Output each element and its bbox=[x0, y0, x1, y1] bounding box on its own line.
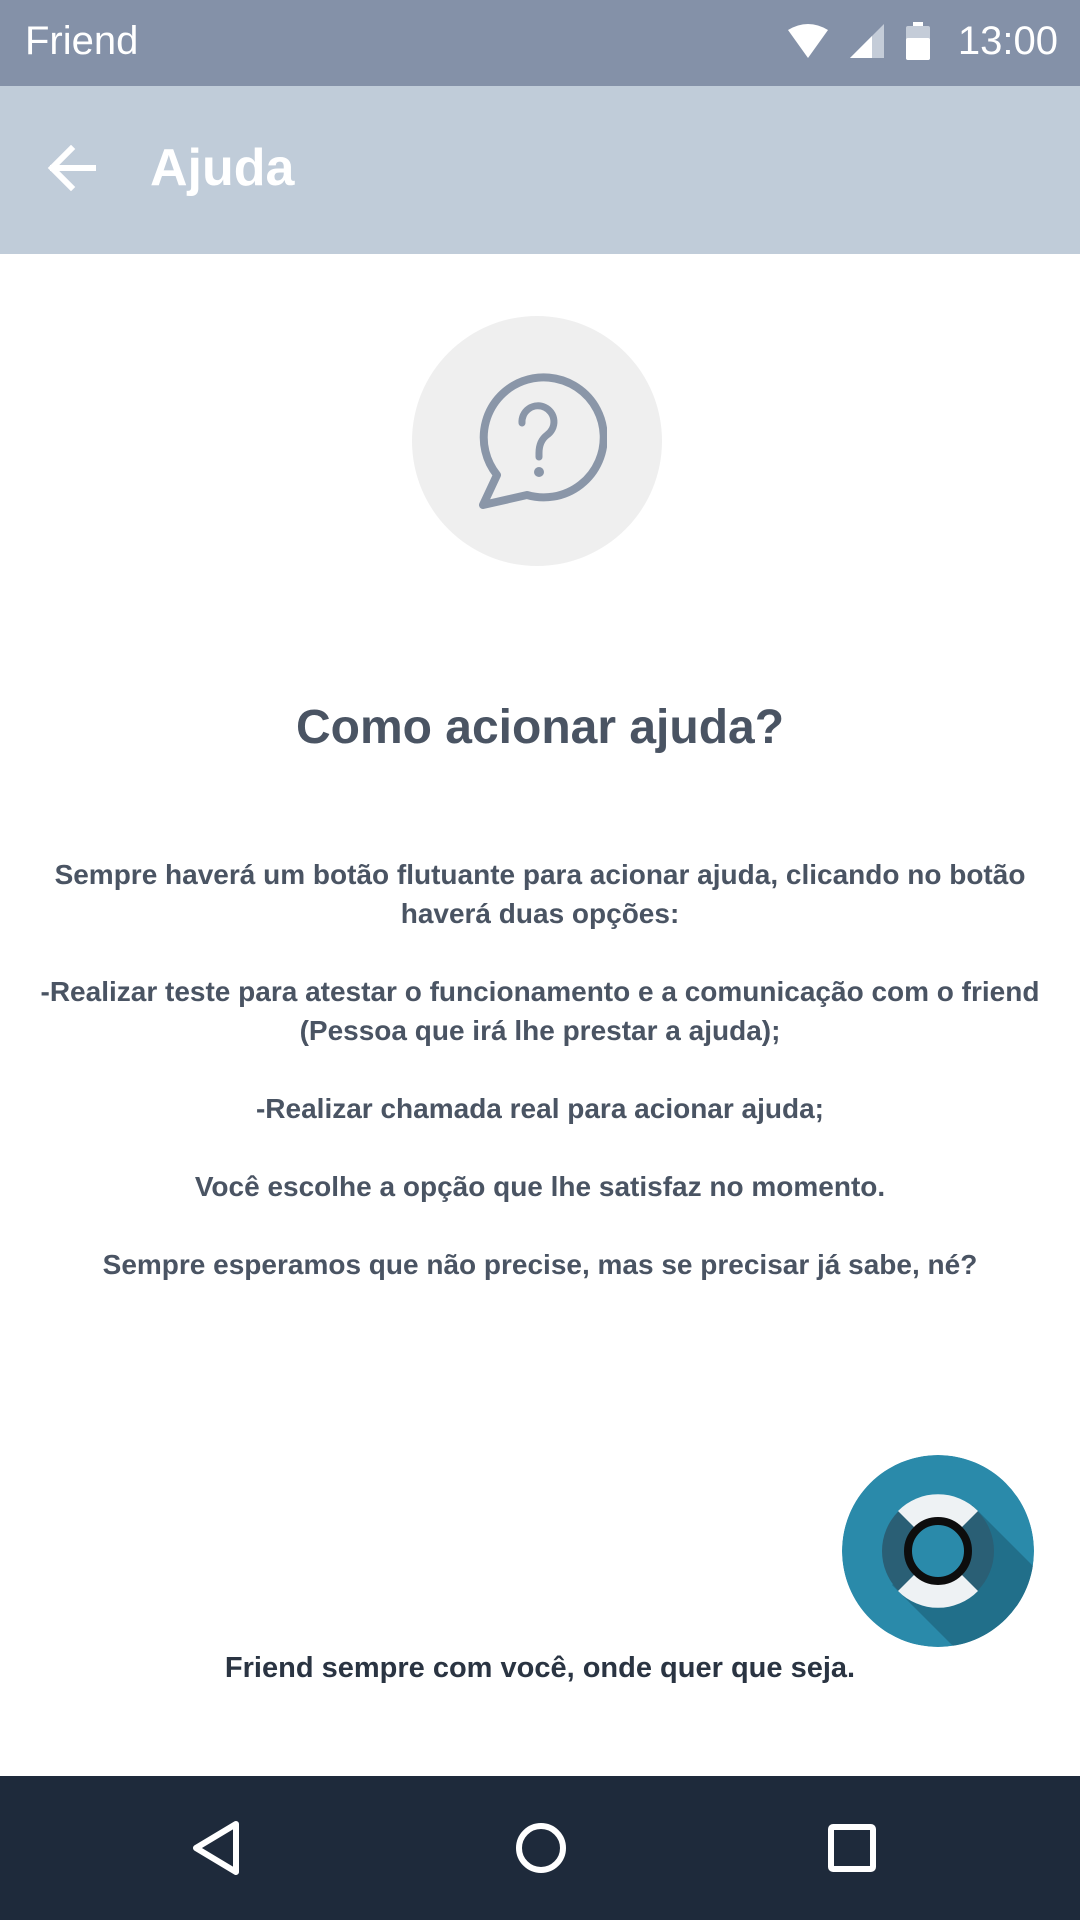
app-bar: Ajuda bbox=[0, 86, 1080, 254]
back-button[interactable] bbox=[40, 136, 104, 200]
navigation-bar bbox=[0, 1776, 1080, 1920]
section-heading: Como acionar ajuda? bbox=[295, 701, 785, 754]
arrow-left-icon bbox=[47, 145, 96, 191]
recents-square-icon bbox=[828, 1824, 876, 1872]
paragraph-closing: Sempre esperamos que não precise, mas se… bbox=[102, 1249, 978, 1280]
status-time: 13:00 bbox=[957, 19, 1058, 63]
lifebuoy-icon bbox=[842, 1455, 1034, 1647]
back-triangle-icon bbox=[193, 1821, 239, 1875]
help-content: Sempre haverá um botão flutuante para ac… bbox=[40, 855, 1040, 1323]
paragraph-intro: Sempre haverá um botão flutuante para ac… bbox=[54, 859, 1026, 929]
wifi-icon bbox=[787, 24, 828, 58]
paragraph-option-call: -Realizar chamada real para acionar ajud… bbox=[255, 1093, 825, 1124]
nav-recents-button[interactable] bbox=[814, 1810, 890, 1886]
nav-home-button[interactable] bbox=[503, 1810, 579, 1886]
battery-icon bbox=[905, 22, 930, 60]
footer-tagline: Friend sempre com você, onde quer que se… bbox=[224, 1652, 856, 1684]
question-bubble-icon bbox=[479, 373, 607, 509]
help-fab-button[interactable] bbox=[842, 1455, 1034, 1647]
help-illustration bbox=[412, 316, 662, 566]
paragraph-choice: Você escolhe a opção que lhe satisfaz no… bbox=[194, 1171, 886, 1202]
home-circle-icon bbox=[516, 1823, 566, 1873]
status-bar: Friend 13:00 bbox=[0, 0, 1080, 86]
nav-back-button[interactable] bbox=[178, 1810, 254, 1886]
status-app-name: Friend bbox=[25, 19, 139, 63]
paragraph-option-test: -Realizar teste para atestar o funcionam… bbox=[40, 976, 1040, 1046]
status-icons: 13:00 bbox=[787, 18, 1058, 64]
signal-icon bbox=[849, 24, 884, 58]
page-title: Ajuda bbox=[150, 139, 295, 197]
